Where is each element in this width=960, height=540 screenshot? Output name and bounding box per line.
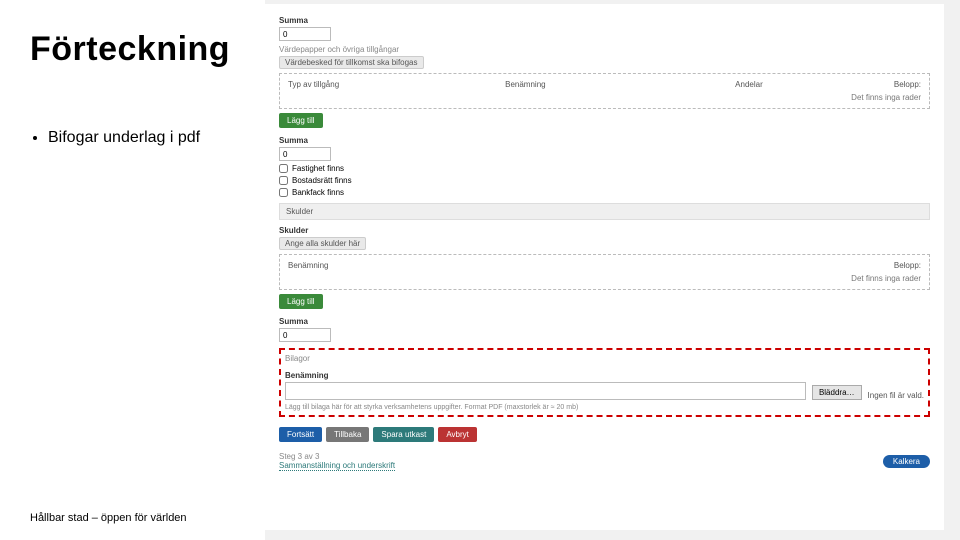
check-bankfack[interactable]: Bankfack finns (279, 188, 930, 197)
spara-button[interactable]: Spara utkast (373, 427, 434, 442)
check-bostad[interactable]: Bostadsrätt finns (279, 176, 930, 185)
skulder-heading: Skulder (279, 226, 930, 235)
col-ben: Benämning (446, 80, 604, 89)
checkbox-icon[interactable] (279, 164, 288, 173)
bilagor-highlight: Bilagor Benämning Bläddra… Ingen fil är … (279, 348, 930, 417)
col-bel: Belopp: (763, 80, 921, 89)
step-link[interactable]: Sammanställning och underskrift (279, 461, 395, 471)
assets-table: Typ av tillgång Benämning Andelar Belopp… (279, 73, 930, 109)
col-and: Andelar (605, 80, 763, 89)
bilag-note: Lägg till bilaga här för att styrka verk… (285, 404, 924, 411)
action-row: Fortsätt Tillbaka Spara utkast Avbryt (279, 427, 930, 442)
skulder-section: Skulder (279, 203, 930, 220)
summa-value-2[interactable]: 0 (279, 147, 331, 161)
bilagor-heading: Bilagor (285, 354, 924, 363)
summa-value[interactable]: 0 (279, 27, 331, 41)
browse-button[interactable]: Bläddra… (812, 385, 862, 400)
checkbox-icon[interactable] (279, 176, 288, 185)
col-bel-2: Belopp: (605, 261, 922, 270)
add-asset-button[interactable]: Lägg till (279, 113, 323, 128)
summa-label: Summa (279, 16, 930, 25)
skulder-table: Benämning Belopp: Det finns inga rader (279, 254, 930, 290)
summa-label-3: Summa (279, 317, 930, 326)
assets-empty: Det finns inga rader (288, 93, 921, 102)
col-typ: Typ av tillgång (288, 80, 446, 89)
summa-value-3[interactable]: 0 (279, 328, 331, 342)
checkbox-icon[interactable] (279, 188, 288, 197)
col-ben-2: Benämning (288, 261, 605, 270)
fortsatt-button[interactable]: Fortsätt (279, 427, 322, 442)
check-fastighet[interactable]: Fastighet finns (279, 164, 930, 173)
check-label: Bankfack finns (292, 188, 344, 197)
step-row: Steg 3 av 3 Sammanställning och underskr… (279, 452, 930, 470)
check-label: Bostadsrätt finns (292, 176, 352, 185)
avbryt-button[interactable]: Avbryt (438, 427, 477, 442)
form-panel: Summa 0 Värdepapper och övriga tillgånga… (265, 4, 944, 530)
summa-label-2: Summa (279, 136, 930, 145)
bilag-input[interactable] (285, 382, 806, 400)
skulder-empty: Det finns inga rader (288, 274, 921, 283)
assets-heading: Värdepapper och övriga tillgångar (279, 45, 930, 54)
step-submit-button[interactable]: Kalkera (883, 455, 930, 468)
tillbaka-button[interactable]: Tillbaka (326, 427, 369, 442)
assets-tag: Värdebesked för tillkomst ska bifogas (279, 56, 424, 69)
bullet-list: Bifogar underlag i pdf (30, 129, 245, 157)
add-skuld-button[interactable]: Lägg till (279, 294, 323, 309)
check-label: Fastighet finns (292, 164, 344, 173)
file-status: Ingen fil är vald. (868, 391, 924, 400)
slide-footer: Hållbar stad – öppen för världen (30, 512, 187, 524)
bilag-label: Benämning (285, 371, 806, 380)
skulder-tag: Ange alla skulder här (279, 237, 366, 250)
step-label: Steg 3 av 3 (279, 452, 395, 461)
page-title: Förteckning (30, 30, 245, 69)
bullet-item: Bifogar underlag i pdf (48, 129, 245, 147)
